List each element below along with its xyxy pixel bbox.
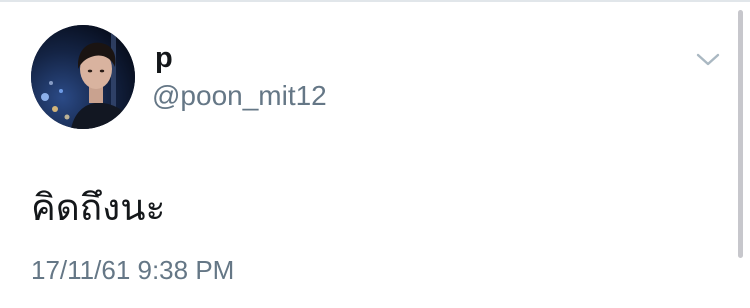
tweet-text: คิดถึงนะ <box>31 186 166 229</box>
chevron-down-icon <box>696 53 720 66</box>
user-handle[interactable]: @poon_mit12 <box>152 79 327 113</box>
display-name[interactable]: p <box>155 41 173 75</box>
tweet-menu-button[interactable] <box>692 47 724 71</box>
tweet-timestamp[interactable]: 17/11/61 9:38 PM <box>31 253 234 287</box>
tweet-card: p @poon_mit12 คิดถึงนะ 17/11/61 9:38 PM <box>0 0 750 308</box>
scrollbar[interactable] <box>738 10 743 258</box>
avatar[interactable] <box>31 25 135 129</box>
avatar-image <box>31 25 135 129</box>
